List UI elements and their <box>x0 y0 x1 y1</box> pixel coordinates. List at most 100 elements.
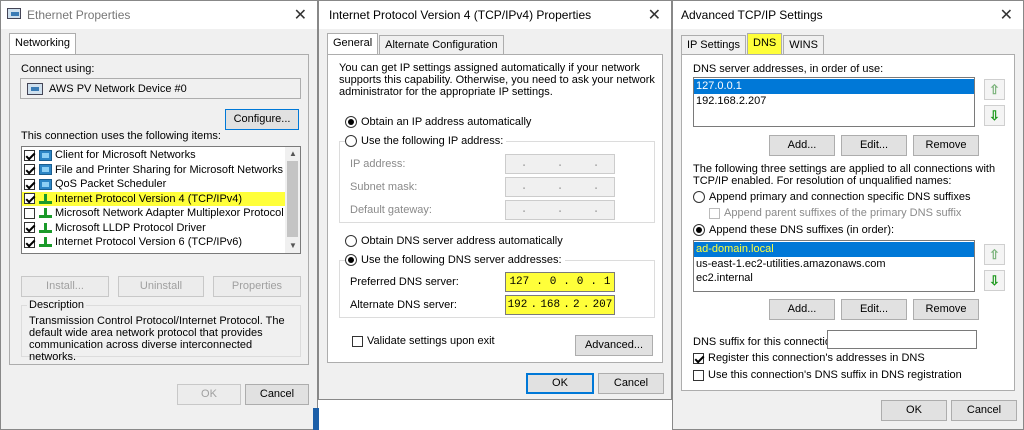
list-item[interactable]: ec2.internal <box>694 271 974 286</box>
ethernet-properties-window: Ethernet Properties ✕ Networking Connect… <box>0 0 318 430</box>
validate-settings-checkbox[interactable] <box>352 335 363 347</box>
obtain-dns-auto-option[interactable]: Obtain DNS server address automatically <box>345 235 563 247</box>
ok-button[interactable]: OK <box>881 400 947 421</box>
description-title: Description <box>27 299 87 311</box>
suffix-remove-button[interactable]: Remove <box>913 299 979 320</box>
tab-networking[interactable]: Networking <box>9 33 77 54</box>
item-label: Internet Protocol Version 6 (TCP/IPv6) <box>55 236 243 248</box>
dns-suffix-input[interactable] <box>827 330 977 349</box>
dns-suffixes-list[interactable]: ad-domain.local us-east-1.ec2-utilities.… <box>693 240 975 292</box>
close-icon[interactable]: ✕ <box>294 5 307 25</box>
uninstall-button[interactable]: Uninstall <box>118 276 204 297</box>
use-following-dns-radio[interactable] <box>345 254 357 266</box>
move-up-arrow-icon[interactable]: ⇧ <box>984 79 1005 100</box>
properties-button[interactable]: Properties <box>213 276 301 297</box>
item-checkbox[interactable] <box>24 193 35 205</box>
append-parent-label: Append parent suffixes of the primary DN… <box>724 207 962 219</box>
tab-alternate-configuration[interactable]: Alternate Configuration <box>379 35 504 54</box>
dns-add-button[interactable]: Add... <box>769 135 835 156</box>
cancel-button[interactable]: Cancel <box>951 400 1017 421</box>
dns-servers-list[interactable]: 127.0.0.1 192.168.2.207 <box>693 77 975 127</box>
list-item[interactable]: Client for Microsoft Networks <box>22 148 286 163</box>
append-these-radio[interactable] <box>693 224 705 236</box>
title-bar: Ethernet Properties ✕ <box>1 1 317 29</box>
three-settings-text: The following three settings are applied… <box>693 163 996 187</box>
list-item[interactable]: 192.168.2.207 <box>694 94 974 109</box>
ip-address-field[interactable]: ... <box>505 154 615 174</box>
list-item[interactable]: Internet Protocol Version 6 (TCP/IPv6) <box>22 235 286 250</box>
item-label: Internet Protocol Version 4 (TCP/IPv4) <box>55 192 243 205</box>
append-these-option[interactable]: Append these DNS suffixes (in order): <box>693 224 894 236</box>
use-following-dns-option[interactable]: Use the following DNS server addresses: <box>345 254 565 266</box>
dns-remove-button[interactable]: Remove <box>913 135 979 156</box>
validate-settings-option[interactable]: Validate settings upon exit <box>352 335 495 347</box>
list-item[interactable]: 127.0.0.1 <box>694 79 974 94</box>
ok-button[interactable]: OK <box>177 384 241 405</box>
scroll-down-icon[interactable]: ▼ <box>289 241 297 250</box>
default-gateway-field[interactable]: ... <box>505 200 615 220</box>
intro-text: You can get IP settings assigned automat… <box>339 62 655 98</box>
use-suffix-option[interactable]: Use this connection's DNS suffix in DNS … <box>693 369 962 381</box>
cancel-button[interactable]: Cancel <box>598 373 664 394</box>
item-checkbox[interactable] <box>24 164 35 176</box>
use-following-ip-radio[interactable] <box>345 135 357 147</box>
close-icon[interactable]: ✕ <box>648 5 661 25</box>
tab-strip: IP Settings DNS WINS <box>681 33 825 54</box>
item-checkbox[interactable] <box>24 149 35 161</box>
list-item[interactable]: Microsoft Network Adapter Multiplexor Pr… <box>22 206 286 221</box>
use-suffix-checkbox[interactable] <box>693 369 704 381</box>
preferred-dns-field[interactable]: 127. 0. 0. 1 <box>505 272 615 292</box>
configure-button[interactable]: Configure... <box>225 109 299 130</box>
use-following-ip-option[interactable]: Use the following IP address: <box>345 135 507 147</box>
suffix-edit-button[interactable]: Edit... <box>841 299 907 320</box>
tab-wins[interactable]: WINS <box>783 35 824 54</box>
title-bar: Internet Protocol Version 4 (TCP/IPv4) P… <box>319 1 671 29</box>
description-text: Transmission Control Protocol/Internet P… <box>29 315 285 363</box>
append-parent-option[interactable]: Append parent suffixes of the primary DN… <box>709 207 961 219</box>
dns-edit-button[interactable]: Edit... <box>841 135 907 156</box>
append-primary-radio[interactable] <box>693 191 705 203</box>
obtain-dns-auto-label: Obtain DNS server address automatically <box>361 235 563 247</box>
ok-button[interactable]: OK <box>526 373 594 394</box>
list-item[interactable]: Microsoft LLDP Protocol Driver <box>22 221 286 236</box>
items-scrollbar[interactable]: ▲ ▼ <box>285 147 300 253</box>
tab-dns[interactable]: DNS <box>747 33 783 54</box>
suffix-move-up-arrow-icon[interactable]: ⇧ <box>984 244 1005 265</box>
validate-settings-label: Validate settings upon exit <box>367 335 495 347</box>
cancel-button[interactable]: Cancel <box>245 384 309 405</box>
item-checkbox[interactable] <box>24 236 35 248</box>
use-following-dns-label: Use the following DNS server addresses: <box>361 254 562 266</box>
tab-general[interactable]: General <box>327 33 379 54</box>
list-item[interactable]: us-east-1.ec2-utilities.amazonaws.com <box>694 257 974 272</box>
advanced-button[interactable]: Advanced... <box>575 335 653 356</box>
move-down-arrow-icon[interactable]: ⇩ <box>984 105 1005 126</box>
suffix-move-down-arrow-icon[interactable]: ⇩ <box>984 270 1005 291</box>
obtain-ip-auto-option[interactable]: Obtain an IP address automatically <box>345 116 531 128</box>
close-icon[interactable]: ✕ <box>1000 5 1013 25</box>
install-button[interactable]: Install... <box>21 276 109 297</box>
obtain-ip-auto-radio[interactable] <box>345 116 357 128</box>
obtain-dns-auto-radio[interactable] <box>345 235 357 247</box>
register-checkbox[interactable] <box>693 352 704 364</box>
subnet-mask-field[interactable]: ... <box>505 177 615 197</box>
scroll-thumb[interactable] <box>287 161 298 237</box>
item-checkbox[interactable] <box>24 222 35 234</box>
suffix-add-button[interactable]: Add... <box>769 299 835 320</box>
item-checkbox[interactable] <box>24 178 35 190</box>
advanced-tcpip-window: Advanced TCP/IP Settings ✕ IP Settings D… <box>672 0 1024 430</box>
tab-ip-settings[interactable]: IP Settings <box>681 35 746 54</box>
network-icon <box>7 8 27 22</box>
scroll-up-icon[interactable]: ▲ <box>289 149 297 158</box>
items-list[interactable]: Client for Microsoft Networks File and Pr… <box>21 146 301 254</box>
append-parent-checkbox[interactable] <box>709 207 720 219</box>
network-client-icon <box>39 178 52 190</box>
list-item[interactable]: ad-domain.local <box>694 242 974 257</box>
list-item[interactable]: QoS Packet Scheduler <box>22 177 286 192</box>
append-primary-option[interactable]: Append primary and connection specific D… <box>693 191 971 203</box>
item-checkbox[interactable] <box>24 207 35 219</box>
list-item[interactable]: Internet Protocol Version 4 (TCP/IPv4) <box>22 191 286 206</box>
register-option[interactable]: Register this connection's addresses in … <box>693 352 925 364</box>
alternate-dns-field[interactable]: 192. 168. 2. 207 <box>505 295 615 315</box>
list-item[interactable]: File and Printer Sharing for Microsoft N… <box>22 163 286 178</box>
protocol-icon <box>39 222 52 233</box>
